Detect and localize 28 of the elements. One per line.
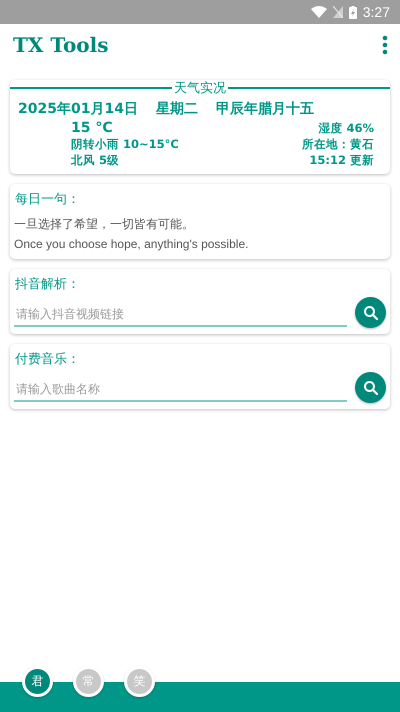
quote-label: 每日一句： — [14, 191, 81, 208]
wind: 北风 5级 — [71, 152, 120, 168]
update-time: 15:12 更新 — [309, 152, 374, 168]
search-label: 付费音乐： — [14, 351, 81, 368]
wifi-icon — [310, 6, 327, 18]
input-field[interactable]: 请输入抖音视频链接 — [14, 298, 347, 326]
date-text: 2025年01月14日 — [18, 100, 138, 118]
app-title: TX Tools — [13, 33, 108, 57]
no-signal-icon — [332, 6, 343, 18]
weekday-text: 星期二 — [156, 100, 198, 118]
tab[interactable]: 君 — [22, 666, 53, 697]
quote-chinese: 一旦选择了希望，一切皆有可能。 — [14, 216, 195, 233]
search-icon — [362, 304, 378, 320]
temperature: 15 °C — [71, 120, 113, 136]
input-field[interactable]: 请输入歌曲名称 — [14, 374, 347, 402]
search-button[interactable] — [355, 372, 386, 403]
battery-icon — [348, 6, 357, 18]
search-button[interactable] — [355, 297, 386, 328]
humidity: 湿度 46% — [318, 120, 374, 136]
status-time: 3:27 — [362, 4, 390, 20]
weather-heading: 天气实况 — [174, 80, 226, 97]
search-icon — [362, 380, 378, 396]
quote-english: Once you choose hope, anything's possible. — [14, 237, 250, 251]
more-icon[interactable] — [382, 35, 388, 55]
forecast: 阴转小雨 10~15°C — [71, 136, 179, 152]
location: 所在地：黄石 — [302, 136, 374, 152]
search-label: 抖音解析： — [14, 276, 81, 293]
lunar-date: 甲辰年腊月十五 — [216, 100, 314, 118]
